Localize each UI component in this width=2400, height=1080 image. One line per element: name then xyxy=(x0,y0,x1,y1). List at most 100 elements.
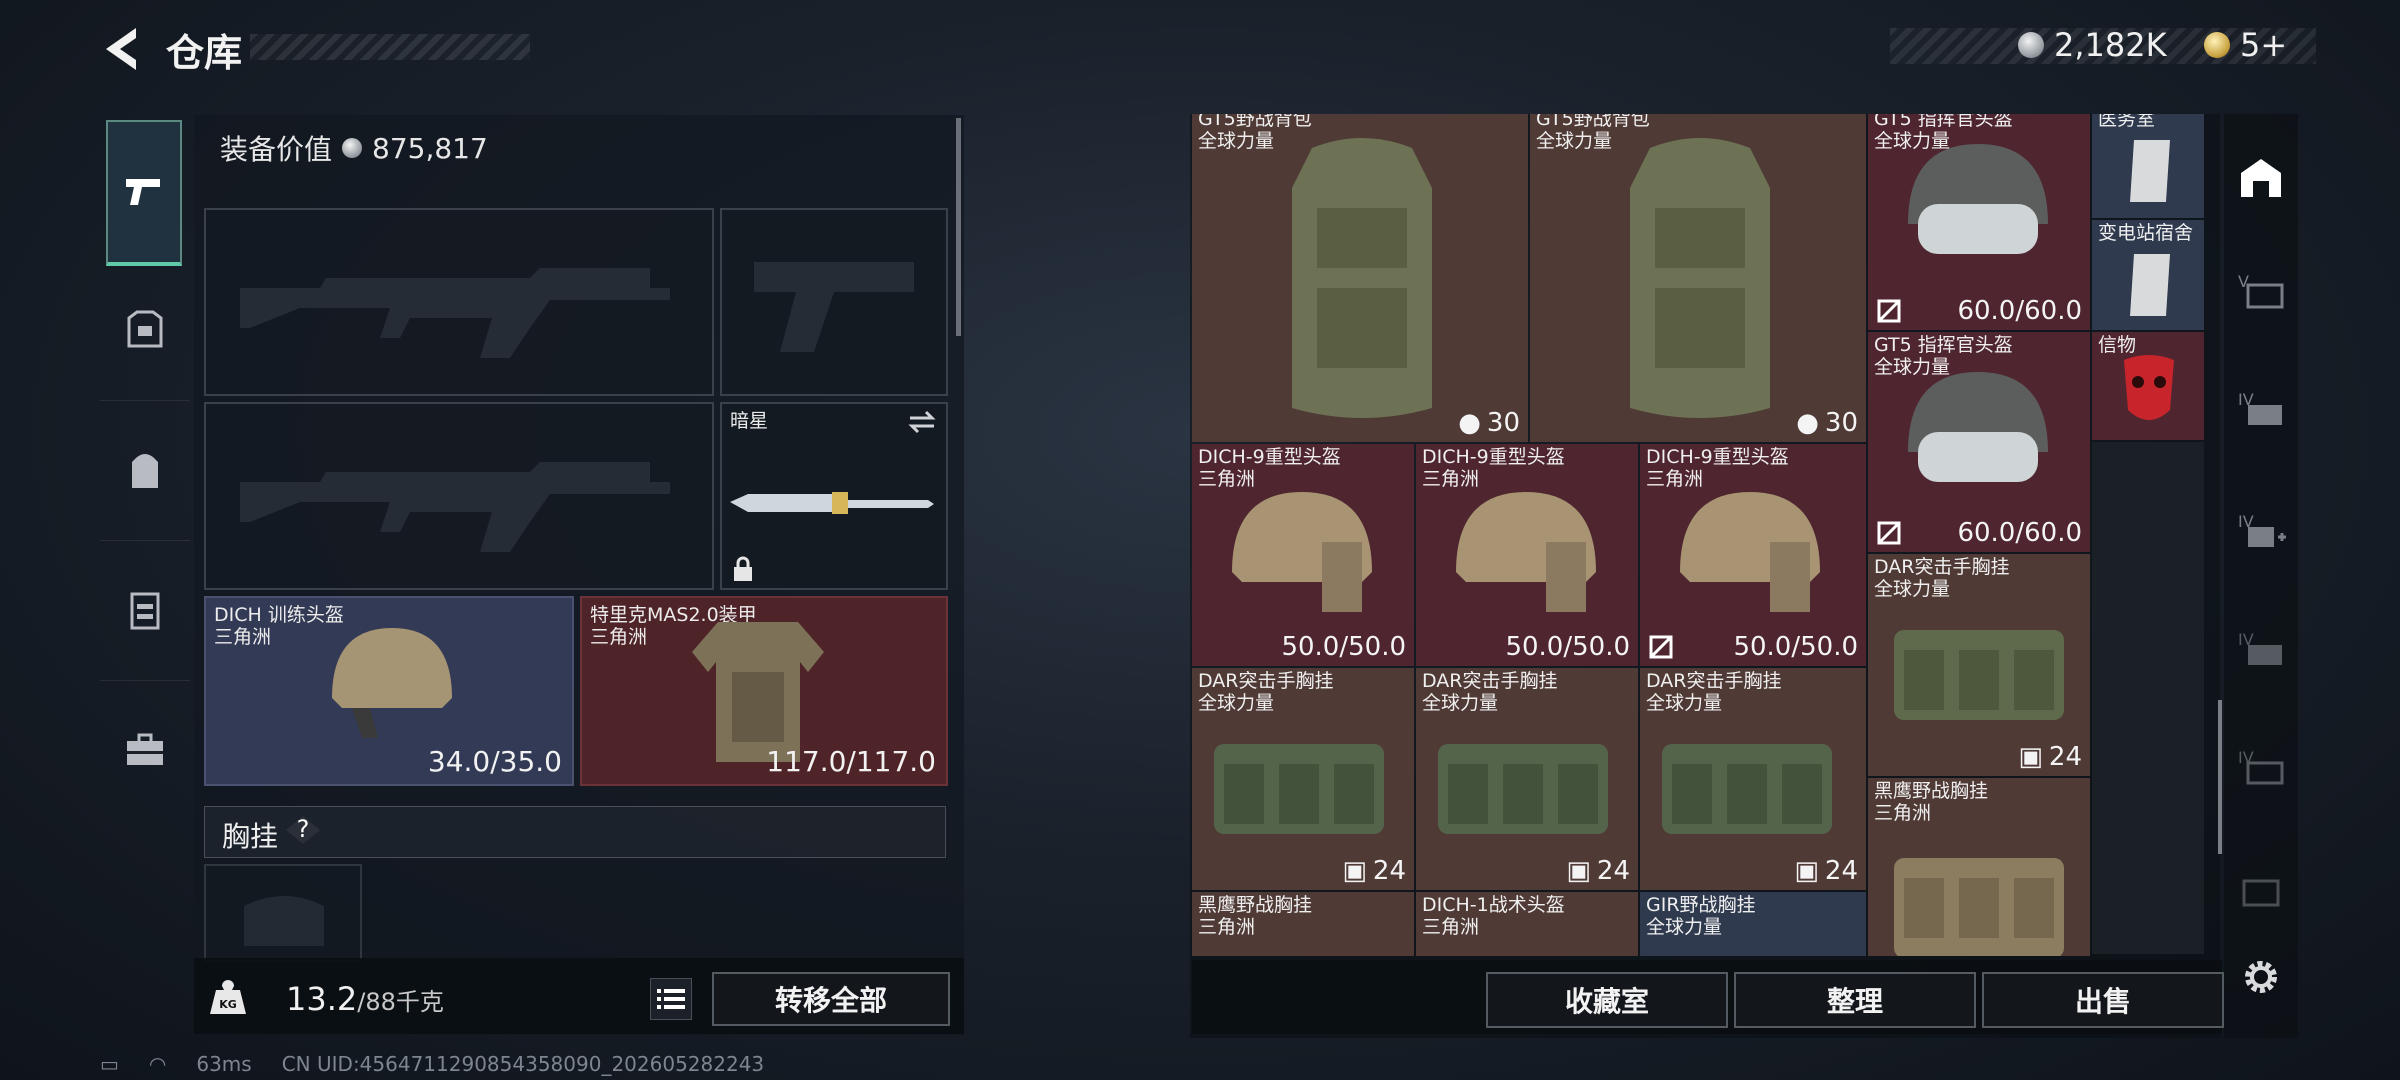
chest-rig-image xyxy=(1662,744,1832,834)
transfer-all-button[interactable]: 转移全部 xyxy=(712,972,950,1026)
grid-item-backpack-1[interactable]: GT5野战背包 全球力量 ● 30 xyxy=(1192,114,1528,442)
grid-item-token[interactable]: 信物 xyxy=(2092,332,2204,440)
carry-weight-max: /88千克 xyxy=(357,988,444,1016)
capacity-icon: ▣ xyxy=(1566,856,1591,886)
sell-button[interactable]: 出售 xyxy=(1982,972,2224,1028)
equipment-scrollbar[interactable] xyxy=(956,118,961,336)
tab-weapons[interactable] xyxy=(106,120,182,266)
backpack-image xyxy=(1630,138,1770,418)
swap-icon[interactable] xyxy=(906,408,938,436)
item-name: GIR野战胸挂 xyxy=(1646,894,1756,916)
item-capacity: ● 30 xyxy=(1458,408,1520,438)
tab-storage-v[interactable]: V xyxy=(2234,264,2288,318)
item-faction: 三角洲 xyxy=(1422,916,1480,938)
item-name: GT5 指挥官头盔 xyxy=(1874,334,2013,356)
tab-storage-iv-add[interactable]: IV xyxy=(2234,504,2288,558)
heavy-helmet-image xyxy=(1456,492,1596,612)
tab-storage-iv-2[interactable]: IV xyxy=(2234,622,2288,676)
item-faction: 全球力量 xyxy=(1422,692,1499,714)
grid-item-backpack-2[interactable]: GT5野战背包 全球力量 ● 30 xyxy=(1530,114,1866,442)
no-repair-icon xyxy=(1877,299,1901,323)
item-name: 变电站宿舍 xyxy=(2098,222,2194,244)
storage-v-icon: V xyxy=(2238,272,2284,309)
grid-item-key-substation[interactable]: 变电站宿舍 xyxy=(2092,220,2204,330)
grid-item-gt5-helmet-1[interactable]: GT5 指挥官头盔 全球力量 60.0/60.0 xyxy=(1868,114,2090,330)
item-name-block: GIR野战胸挂 全球力量 xyxy=(1646,894,1756,938)
organize-button[interactable]: 整理 xyxy=(1734,972,1976,1028)
melee-slot[interactable]: 暗星 xyxy=(720,402,948,590)
primary-weapon-slot-1[interactable] xyxy=(204,208,714,396)
helmet-image xyxy=(1908,144,2048,254)
item-capacity: ● 30 xyxy=(1796,408,1858,438)
item-name-block: DAR突击手胸挂 全球力量 xyxy=(1646,670,1782,714)
armor-slot[interactable]: 特里克MAS2.0装甲 三角洲 117.0/117.0 xyxy=(580,596,948,786)
tab-armor[interactable] xyxy=(100,260,190,401)
grid-item-blackhawk-rig-1[interactable]: 黑鹰野战胸挂 三角洲 xyxy=(1192,892,1414,956)
list-view-button[interactable] xyxy=(650,978,692,1020)
grid-item-dar-rig-3[interactable]: DAR突击手胸挂 全球力量 ▣ 24 xyxy=(1640,668,1866,890)
grid-item-gir-rig[interactable]: GIR野战胸挂 全球力量 xyxy=(1640,892,1866,956)
item-name: GT5 指挥官头盔 xyxy=(1874,114,2013,130)
item-capacity: ▣ 24 xyxy=(2018,742,2082,772)
grid-item-key-infirmary[interactable]: 医务室 xyxy=(2092,114,2204,218)
briefcase-icon xyxy=(127,733,163,765)
page-title: 仓库 xyxy=(166,31,243,75)
chest-rig-slot[interactable] xyxy=(204,864,362,962)
tab-all-storage[interactable] xyxy=(2234,150,2288,204)
pistol-slot[interactable] xyxy=(720,208,948,396)
collection-room-button[interactable]: 收藏室 xyxy=(1486,972,1728,1028)
capacity-value: 24 xyxy=(1596,856,1630,886)
storage-iv-icon: IV xyxy=(2238,630,2282,665)
armor-durability: 117.0/117.0 xyxy=(766,745,936,778)
item-faction: 全球力量 xyxy=(1646,692,1723,714)
item-faction: 全球力量 xyxy=(1198,692,1275,714)
storage-iv-icon: IV xyxy=(2238,390,2282,425)
settings-button[interactable] xyxy=(2234,950,2288,1004)
backpack-image xyxy=(1292,138,1432,418)
grid-item-dar-rig-1[interactable]: DAR突击手胸挂 全球力量 ▣ 24 xyxy=(1192,668,1414,890)
tab-case[interactable] xyxy=(100,680,190,820)
red-mask-image xyxy=(2124,355,2174,420)
item-durability: 60.0/60.0 xyxy=(1957,296,2082,326)
grid-item-dar-rig-4[interactable]: DAR突击手胸挂 全球力量 ▣ 24 xyxy=(1868,554,2090,776)
primary-weapon-slot-2[interactable] xyxy=(204,402,714,590)
item-name-block: DAR突击手胸挂 全球力量 xyxy=(1198,670,1334,714)
tab-backpack[interactable] xyxy=(100,400,190,541)
item-name: DAR突击手胸挂 xyxy=(1646,670,1782,692)
equipment-value-label: 装备价值 xyxy=(220,133,333,166)
tab-storage-iv-1[interactable]: IV xyxy=(2234,382,2288,436)
carry-weight: 13.2/88千克 xyxy=(286,980,444,1018)
item-name: 黑鹰野战胸挂 xyxy=(1198,894,1313,916)
tab-storage-extra[interactable] xyxy=(2234,862,2288,916)
grid-item-dich9-helmet-1[interactable]: DICH-9重型头盔 三角洲 50.0/50.0 xyxy=(1192,444,1414,666)
lock-icon xyxy=(734,556,752,581)
capacity-value: 24 xyxy=(1824,856,1858,886)
tab-storage-iv-3[interactable]: IV xyxy=(2234,740,2288,794)
item-faction: 三角洲 xyxy=(1198,916,1256,938)
keycard-image xyxy=(2130,140,2170,202)
item-name-block: 黑鹰野战胸挂 三角洲 xyxy=(1874,780,1988,824)
battery-icon: ▭ xyxy=(100,1052,119,1076)
back-button[interactable] xyxy=(96,22,146,76)
grid-item-dich9-helmet-2[interactable]: DICH-9重型头盔 三角洲 50.0/50.0 xyxy=(1416,444,1638,666)
helmet-slot[interactable]: DICH 训练头盔 三角洲 34.0/35.0 xyxy=(204,596,574,786)
gear-icon xyxy=(2245,961,2277,993)
storage-scrollbar[interactable] xyxy=(2218,700,2222,854)
help-mark: ? xyxy=(296,815,310,843)
capacity-value: 24 xyxy=(2048,742,2082,772)
grid-item-dich1-helmet[interactable]: DICH-1战术头盔 三角洲 xyxy=(1416,892,1638,956)
carry-weight-value: 13.2 xyxy=(286,980,358,1018)
grid-item-dich9-helmet-3[interactable]: DICH-9重型头盔 三角洲 50.0/50.0 xyxy=(1640,444,1866,666)
grid-item-dar-rig-2[interactable]: DAR突击手胸挂 全球力量 ▣ 24 xyxy=(1416,668,1638,890)
chest-rig-icon xyxy=(130,592,160,630)
grid-item-gt5-helmet-2[interactable]: GT5 指挥官头盔 全球力量 60.0/60.0 xyxy=(1868,332,2090,552)
item-durability: 50.0/50.0 xyxy=(1281,632,1406,662)
loadout-tabs xyxy=(100,110,190,860)
item-name: DAR突击手胸挂 xyxy=(1198,670,1334,692)
item-durability: 50.0/50.0 xyxy=(1505,632,1630,662)
grid-item-blackhawk-rig-2[interactable]: 黑鹰野战胸挂 三角洲 xyxy=(1868,778,2090,956)
tab-chest-rig[interactable] xyxy=(100,540,190,681)
equipment-value-amount: 875,817 xyxy=(372,131,488,165)
gold-amount: 5+ xyxy=(2240,26,2288,64)
help-icon[interactable]: ? xyxy=(284,815,322,845)
